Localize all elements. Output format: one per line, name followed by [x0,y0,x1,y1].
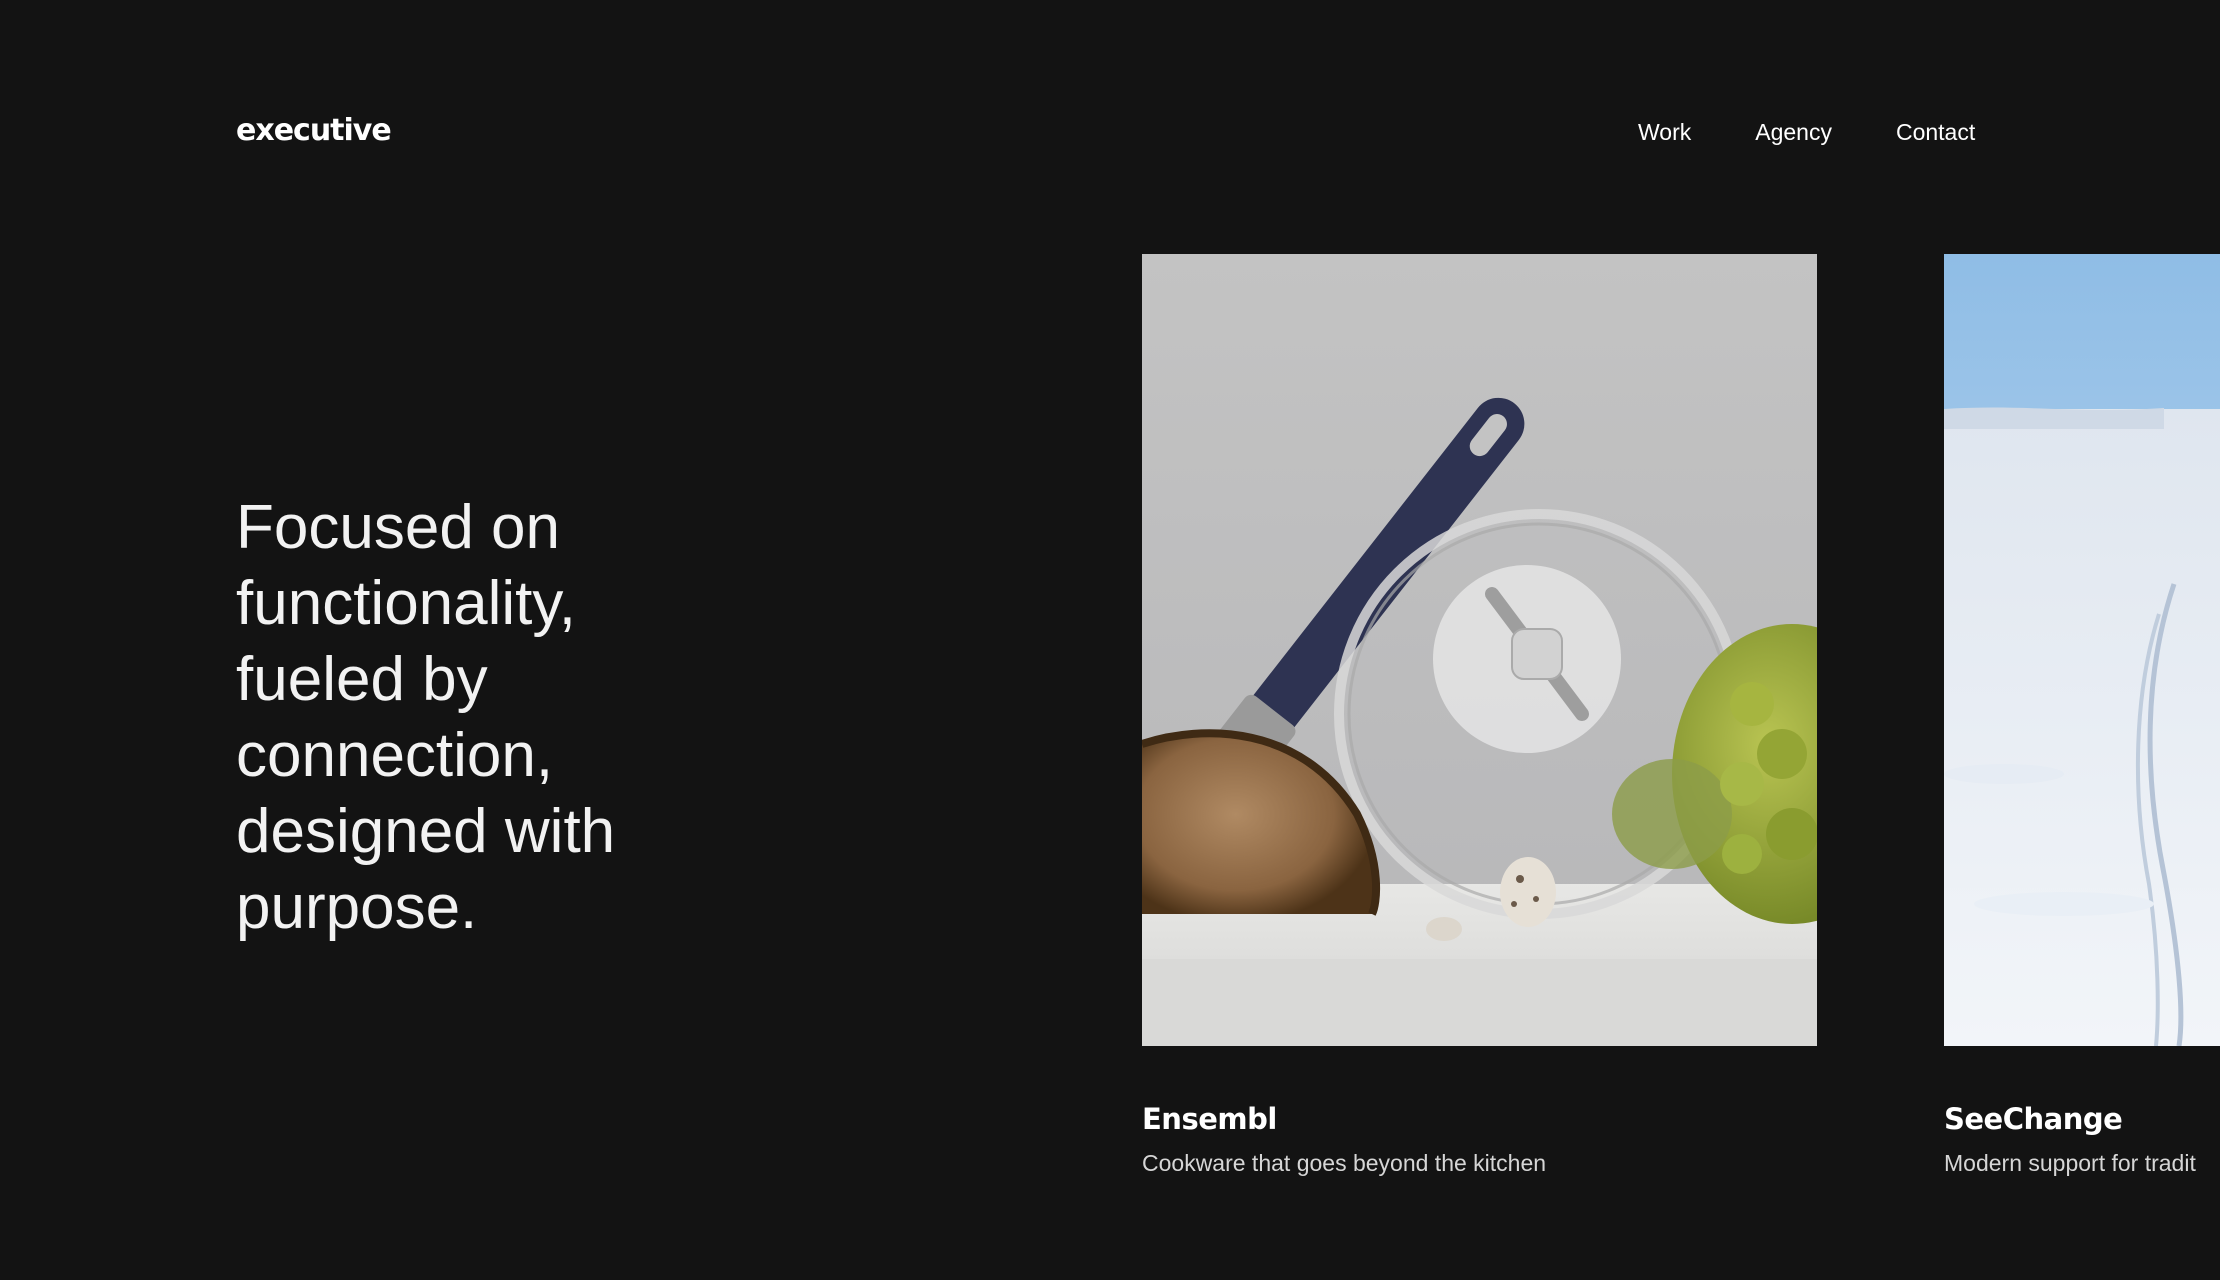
project-title-seechange[interactable]: SeeChange [1944,1102,2123,1136]
nav-link-work[interactable]: Work [1638,119,1691,146]
project-subtitle-seechange: Modern support for tradit [1944,1150,2196,1176]
project-subtitle-ensembl: Cookware that goes beyond the kitchen [1142,1150,1547,1176]
nav-link-agency[interactable]: Agency [1755,119,1832,146]
hero-tagline: Focused on functionality, fueled by conn… [236,493,616,942]
logo[interactable]: executive [236,113,392,148]
project-card-ensembl[interactable]: Ensembl Cookware that goes beyond the ki… [1142,254,1817,1176]
project-title-ensembl[interactable]: Ensembl [1142,1102,1277,1136]
main-nav: Work Agency Contact [1638,119,1975,146]
nav-link-contact[interactable]: Contact [1896,119,1975,146]
project-card-seechange[interactable]: SeeChange Modern support for tradit [1944,254,2220,1176]
cookware-still-life-image[interactable] [1142,254,1817,1046]
snowy-landscape-image[interactable] [1944,254,2220,1046]
page: executive Work Agency Contact Focused on… [0,0,2220,1280]
